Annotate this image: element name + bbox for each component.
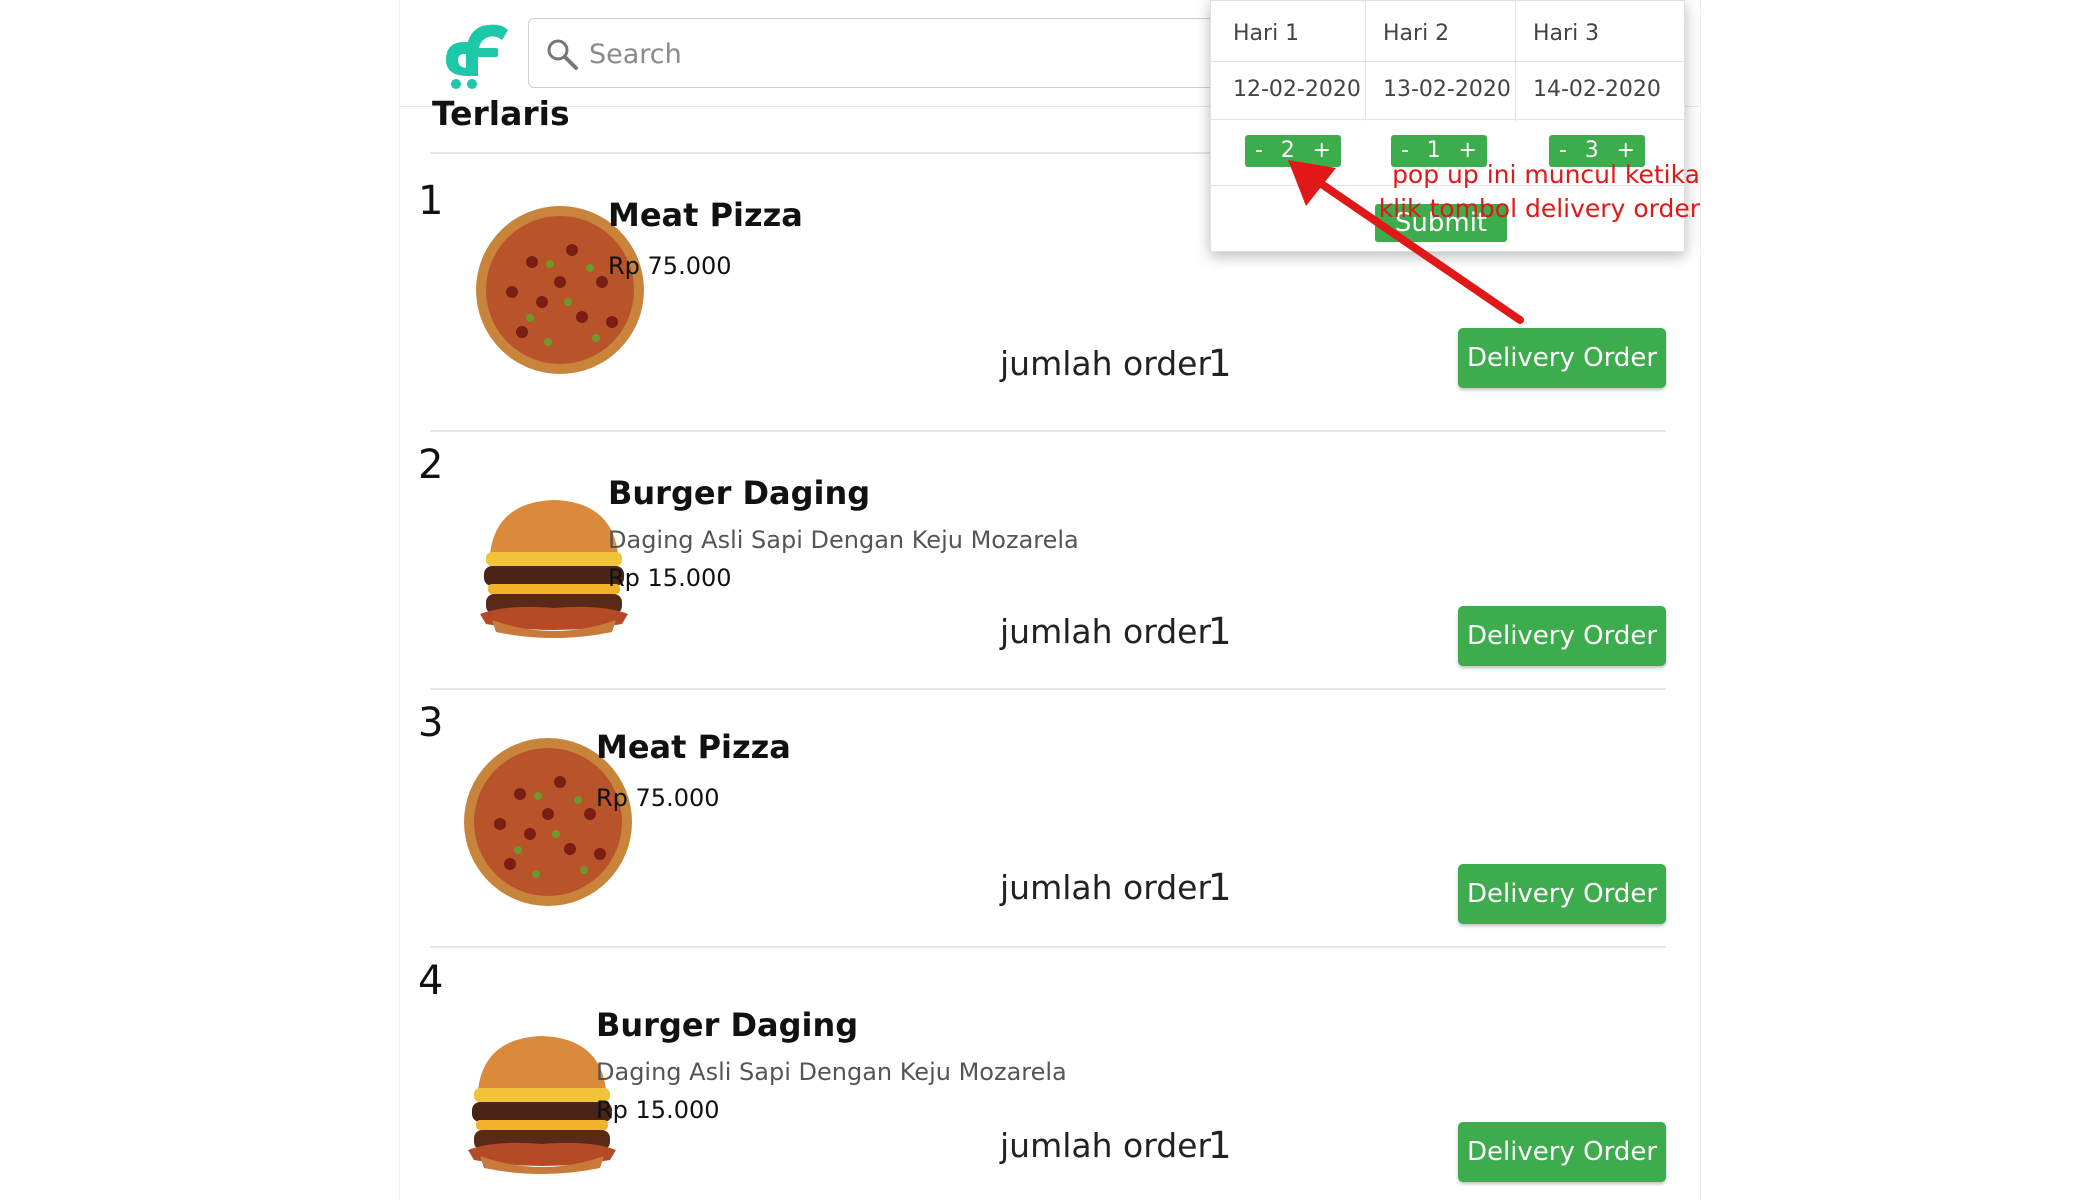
day-date: 14-02-2020 <box>1533 77 1661 102</box>
qty-value: 1 <box>1208 866 1232 909</box>
day-label: Hari 1 <box>1233 21 1300 46</box>
qty-label: jumlah order <box>1000 344 1212 383</box>
item-rank: 3 <box>418 700 444 746</box>
popup-divider <box>1211 119 1686 120</box>
popup-divider <box>1515 1 1516 121</box>
divider <box>430 688 1666 690</box>
day-date: 12-02-2020 <box>1233 77 1361 102</box>
delivery-order-button[interactable]: Delivery Order <box>1458 1122 1666 1182</box>
popup-divider <box>1211 61 1686 62</box>
item-rank: 1 <box>418 178 444 224</box>
annotation-text: pop up ini muncul ketika klik tombol del… <box>1330 158 1700 226</box>
item-name: Meat Pizza <box>596 728 791 766</box>
divider <box>430 430 1666 432</box>
app-logo-icon[interactable] <box>438 16 514 92</box>
item-price: Rp 75.000 <box>596 784 720 812</box>
item-name: Burger Daging <box>596 1006 859 1044</box>
item-description: Daging Asli Sapi Dengan Keju Mozarela <box>596 1058 1067 1086</box>
divider <box>430 946 1666 948</box>
qty-label: jumlah order <box>1000 1126 1212 1165</box>
section-title: Terlaris <box>432 94 570 133</box>
annotation-line: klik tombol delivery order <box>1378 194 1700 223</box>
item-description: Daging Asli Sapi Dengan Keju Mozarela <box>608 526 1079 554</box>
qty-value: 1 <box>1208 342 1232 385</box>
search-input[interactable]: Search <box>589 39 682 70</box>
item-rank: 2 <box>418 442 444 488</box>
item-price: Rp 15.000 <box>596 1096 720 1124</box>
annotation-line: pop up ini muncul ketika <box>1392 160 1700 189</box>
item-name: Burger Daging <box>608 474 871 512</box>
day-label: Hari 3 <box>1533 21 1600 46</box>
qty-label: jumlah order <box>1000 868 1212 907</box>
delivery-order-button[interactable]: Delivery Order <box>1458 864 1666 924</box>
item-price: Rp 15.000 <box>608 564 732 592</box>
item-price: Rp 75.000 <box>608 252 732 280</box>
search-icon <box>547 39 578 70</box>
delivery-order-button[interactable]: Delivery Order <box>1458 606 1666 666</box>
item-name: Meat Pizza <box>608 196 803 234</box>
popup-divider <box>1365 1 1366 121</box>
qty-label: jumlah order <box>1000 612 1212 651</box>
decrement-button[interactable]: - <box>1255 135 1263 167</box>
day-label: Hari 2 <box>1383 21 1450 46</box>
qty-value: 1 <box>1208 610 1232 653</box>
delivery-order-button[interactable]: Delivery Order <box>1458 328 1666 388</box>
item-rank: 4 <box>418 958 444 1004</box>
day-date: 13-02-2020 <box>1383 77 1511 102</box>
qty-value: 1 <box>1208 1124 1232 1167</box>
